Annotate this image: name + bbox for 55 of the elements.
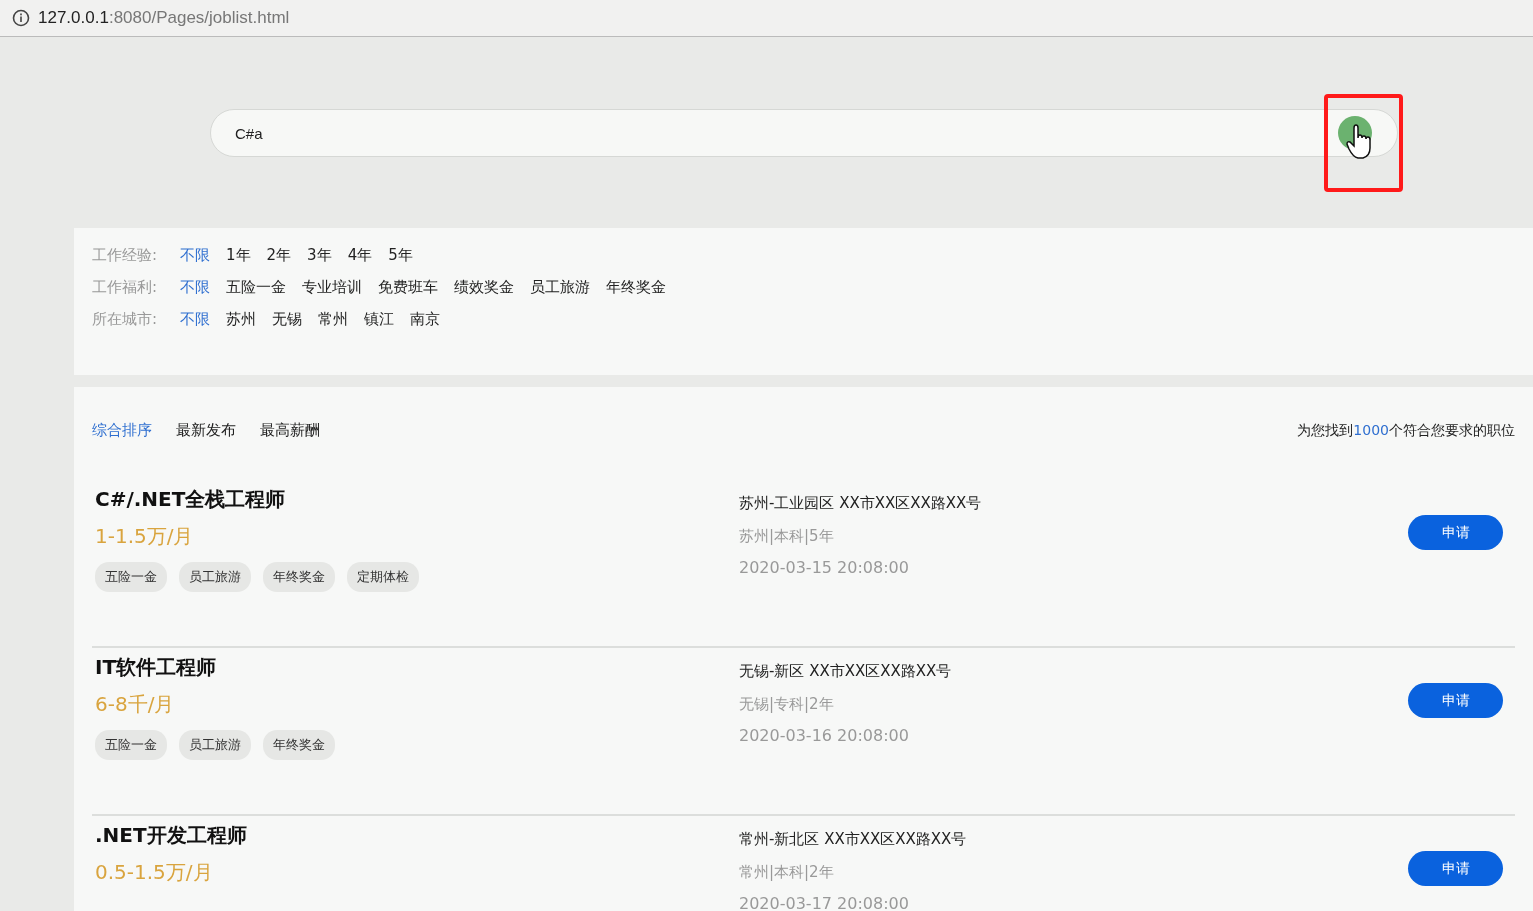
filter-option[interactable]: 无锡: [272, 310, 302, 329]
job-title[interactable]: .NET开发工程师: [95, 822, 739, 849]
job-date: 2020-03-16 20:08:00: [739, 726, 910, 745]
filter-option[interactable]: 南京: [410, 310, 440, 329]
sort-tab[interactable]: 综合排序: [92, 421, 152, 440]
sort-tab[interactable]: 最高薪酬: [260, 421, 320, 440]
benefit-tag: 五险一金: [95, 730, 167, 760]
hand-cursor-icon: [1346, 124, 1372, 160]
job-title[interactable]: IT软件工程师: [95, 654, 739, 681]
filter-option[interactable]: 常州: [318, 310, 348, 329]
filter-option[interactable]: 5年: [388, 246, 413, 265]
job-salary: 1-1.5万/月: [95, 523, 195, 550]
info-icon[interactable]: [12, 9, 30, 27]
job-requirements: 无锡|专科|2年: [739, 695, 835, 714]
benefit-tag: 年终奖金: [263, 562, 335, 592]
benefit-tag: 员工旅游: [179, 730, 251, 760]
job-requirements: 苏州|本科|5年: [739, 527, 835, 546]
filter-option[interactable]: 不限: [180, 278, 210, 297]
job-title[interactable]: C#/.NET全栈工程师: [95, 486, 739, 513]
job-address: 无锡-新区 XX市XX区XX路XX号: [739, 662, 953, 681]
filter-option[interactable]: 镇江: [364, 310, 394, 329]
filter-option[interactable]: 3年: [307, 246, 332, 265]
filter-label: 工作福利:: [92, 278, 159, 297]
filter-option[interactable]: 1年: [226, 246, 251, 265]
benefit-tag: 年终奖金: [263, 730, 335, 760]
filter-option[interactable]: 不限: [180, 246, 210, 265]
job-salary: 6-8千/月: [95, 691, 176, 718]
filter-option[interactable]: 不限: [180, 310, 210, 329]
filter-option[interactable]: 员工旅游: [530, 278, 590, 297]
job-date: 2020-03-17 20:08:00: [739, 894, 910, 911]
url-text[interactable]: 127.0.0.1:8080/Pages/joblist.html: [38, 8, 290, 28]
search-field[interactable]: C#a: [210, 109, 1398, 157]
benefit-tag: 定期体检: [347, 562, 419, 592]
filter-label: 工作经验:: [92, 246, 159, 265]
filter-option[interactable]: 年终奖金: [606, 278, 666, 297]
job-salary: 0.5-1.5万/月: [95, 859, 214, 886]
result-count: 为您找到1000个符合您要求的职位: [1297, 421, 1515, 440]
filter-option[interactable]: 免费班车: [378, 278, 438, 297]
benefit-tag: 员工旅游: [179, 562, 251, 592]
job-address: 常州-新北区 XX市XX区XX路XX号: [739, 830, 968, 849]
filter-option[interactable]: 五险一金: [226, 278, 286, 297]
filter-option[interactable]: 4年: [347, 246, 373, 265]
benefit-tag: 五险一金: [95, 562, 167, 592]
sort-tab[interactable]: 最新发布: [176, 421, 236, 440]
job-address: 苏州-工业园区 XX市XX区XX路XX号: [739, 494, 983, 513]
filter-option[interactable]: 2年: [266, 246, 292, 265]
apply-button[interactable]: 申请: [1408, 683, 1503, 718]
filter-label: 所在城市:: [92, 310, 159, 329]
apply-button[interactable]: 申请: [1408, 851, 1503, 886]
apply-button[interactable]: 申请: [1408, 515, 1503, 550]
job-date: 2020-03-15 20:08:00: [739, 558, 910, 577]
job-requirements: 常州|本科|2年: [739, 863, 835, 882]
filter-option[interactable]: 专业培训: [302, 278, 362, 297]
filter-option[interactable]: 绩效奖金: [454, 278, 514, 297]
filter-option[interactable]: 苏州: [226, 310, 256, 329]
